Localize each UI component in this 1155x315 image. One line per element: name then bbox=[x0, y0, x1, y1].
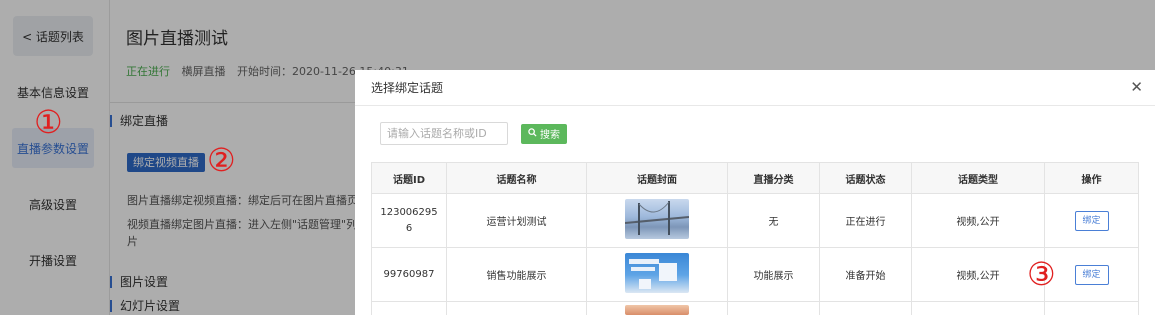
col-live-category: 直播分类 bbox=[727, 162, 820, 194]
bind-topic-modal: 选择绑定话题 ✕ 搜索 话题ID 话题名称 话题封面 直播分类 话题状态 话题类… bbox=[355, 70, 1155, 315]
action-cell: 绑定 bbox=[1044, 193, 1139, 248]
col-topic-status: 话题状态 bbox=[819, 162, 912, 194]
topic-cover-cell bbox=[586, 193, 728, 248]
topic-cover-cell bbox=[586, 301, 728, 315]
topic-name: 销售功能展示 bbox=[446, 247, 587, 302]
topic-type: 视频,公开 bbox=[911, 193, 1045, 248]
sales-image bbox=[625, 253, 689, 293]
action-cell: 绑定 bbox=[1044, 247, 1139, 302]
topic-id: 1230062956 bbox=[371, 193, 447, 248]
annotation-marker-3: ③ bbox=[1027, 255, 1056, 293]
topic-name: 运营计划测试 bbox=[446, 193, 587, 248]
topic-id: 99760987 bbox=[371, 247, 447, 302]
close-icon[interactable]: ✕ bbox=[1130, 80, 1143, 95]
topic-cover-cell bbox=[586, 247, 728, 302]
bind-button[interactable]: 绑定 bbox=[1074, 210, 1109, 231]
live-category: 功能展示 bbox=[727, 247, 820, 302]
table-row: 99760987 销售功能展示 功能展示 准备开始 视频,公开 绑定 bbox=[371, 247, 1139, 302]
topic-type: 视频,公开 bbox=[911, 247, 1045, 302]
table-row: 1230062956 运营计划测试 无 正在进行 视频,公开 绑定 bbox=[371, 193, 1139, 248]
col-topic-name: 话题名称 bbox=[446, 162, 587, 194]
search-row: 搜索 bbox=[380, 122, 567, 145]
bridge-image bbox=[624, 199, 690, 239]
annotation-marker-1: ① bbox=[34, 103, 63, 141]
col-topic-cover: 话题封面 bbox=[586, 162, 728, 194]
col-topic-id: 话题ID bbox=[371, 162, 447, 194]
bind-button[interactable]: 绑定 bbox=[1074, 264, 1109, 285]
modal-header: 选择绑定话题 ✕ bbox=[355, 70, 1155, 106]
col-topic-type: 话题类型 bbox=[911, 162, 1045, 194]
topic-status: 正在进行 bbox=[819, 193, 912, 248]
table-row bbox=[371, 301, 1139, 315]
topic-status: 准备开始 bbox=[819, 247, 912, 302]
search-icon bbox=[528, 127, 537, 140]
modal-title: 选择绑定话题 bbox=[371, 81, 444, 95]
search-button[interactable]: 搜索 bbox=[521, 123, 567, 144]
search-button-label: 搜索 bbox=[540, 130, 560, 141]
annotation-marker-2: ② bbox=[207, 141, 236, 179]
table-header-row: 话题ID 话题名称 话题封面 直播分类 话题状态 话题类型 操作 bbox=[371, 162, 1139, 194]
topic-table: 话题ID 话题名称 话题封面 直播分类 话题状态 话题类型 操作 1230062… bbox=[371, 162, 1139, 315]
cover-image bbox=[625, 304, 689, 315]
col-action: 操作 bbox=[1044, 162, 1139, 194]
search-input[interactable] bbox=[380, 122, 508, 145]
live-category: 无 bbox=[727, 193, 820, 248]
